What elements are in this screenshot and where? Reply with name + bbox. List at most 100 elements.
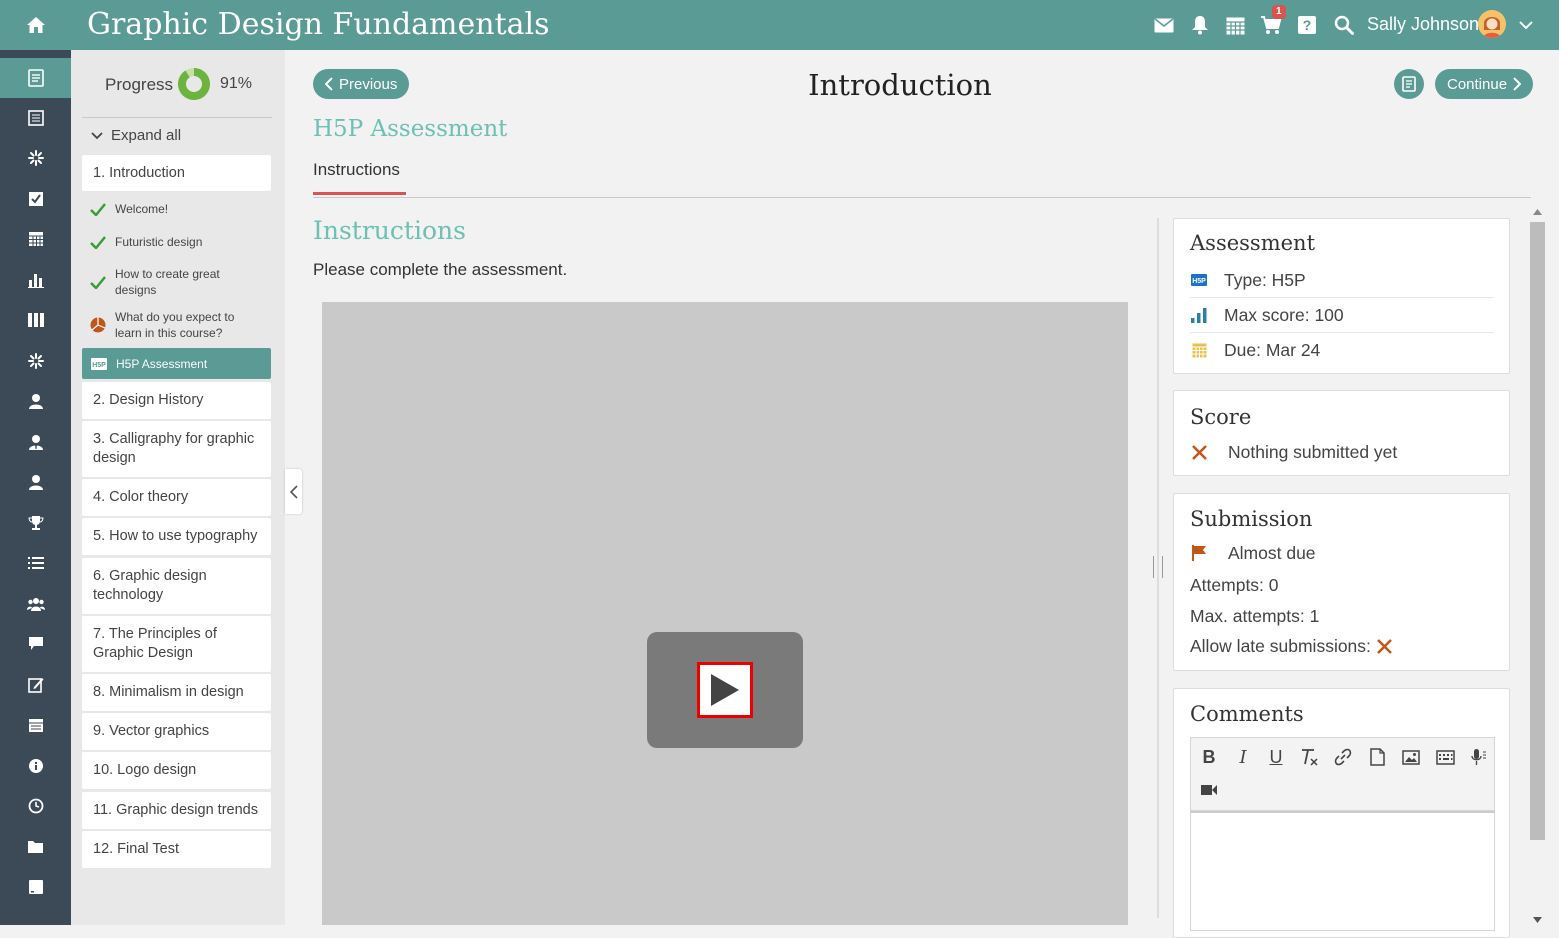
nav-timesheet[interactable] <box>0 786 71 826</box>
previous-button[interactable]: Previous <box>313 69 410 99</box>
chapter-label: 5. How to use typography <box>93 528 258 544</box>
chapter-item[interactable]: 3. Calligraphy for graphic design <box>82 421 271 477</box>
chapter-label: 3. Calligraphy for graphic design <box>93 431 255 466</box>
progress-donut <box>178 68 211 100</box>
check-icon <box>90 275 106 289</box>
lesson-item[interactable]: How to create great designs <box>89 265 269 299</box>
calendar-icon <box>1191 343 1207 358</box>
chevron-down-icon[interactable] <box>1514 13 1538 37</box>
help-icon[interactable]: ? <box>1295 13 1319 37</box>
underline-button[interactable]: U <box>1265 746 1287 768</box>
chapter-item[interactable]: 10. Logo design <box>82 752 271 789</box>
chapter-item[interactable]: 2. Design History <box>82 382 271 419</box>
nav-discussions[interactable] <box>0 624 71 664</box>
calendar-icon[interactable] <box>1223 13 1247 37</box>
nav-calendar[interactable] <box>0 219 71 259</box>
mail-icon[interactable] <box>1152 13 1176 37</box>
nav-users[interactable] <box>0 381 71 421</box>
play-button-focus[interactable] <box>697 662 753 718</box>
microphone-icon <box>1471 749 1486 765</box>
nav-branches[interactable] <box>0 341 71 381</box>
lesson-item[interactable]: What do you expect to learn in this cour… <box>89 308 269 342</box>
nav-courses[interactable] <box>0 58 71 98</box>
comment-editor[interactable] <box>1190 811 1495 931</box>
lesson-label: Futuristic design <box>115 235 203 249</box>
tab-divider <box>313 197 1531 198</box>
scroll-down-icon[interactable] <box>1533 917 1542 923</box>
chapter-item[interactable]: 1. Introduction <box>82 155 271 191</box>
nav-files[interactable] <box>0 827 71 867</box>
chapter-item[interactable]: 12. Final Test <box>82 831 271 868</box>
expand-all-button[interactable]: Expand all <box>91 127 181 144</box>
nav-parents[interactable] <box>0 462 71 502</box>
folder-icon <box>28 841 43 853</box>
link-icon <box>1334 748 1352 766</box>
assessment-heading: Assessment <box>1190 231 1316 255</box>
nav-reports[interactable] <box>0 260 71 300</box>
bold-button[interactable]: B <box>1198 746 1220 768</box>
link-button[interactable] <box>1332 746 1354 768</box>
scroll-up-icon[interactable] <box>1533 209 1542 215</box>
italic-button[interactable]: I <box>1232 746 1254 768</box>
lesson-item[interactable]: Futuristic design <box>89 233 269 251</box>
user-name[interactable]: Sally Johnson <box>1367 14 1479 35</box>
video-camera-icon <box>1201 785 1217 795</box>
editor-toolbar: B I U <box>1190 737 1495 811</box>
play-button[interactable] <box>647 632 803 748</box>
chapter-item[interactable]: 7. The Principles of Graphic Design <box>82 616 271 672</box>
keyboard-button[interactable] <box>1434 746 1456 768</box>
lesson-label: What do you expect to learn in this cour… <box>115 310 235 340</box>
file-button[interactable] <box>1366 746 1388 768</box>
lesson-item-current[interactable]: H5P H5P Assessment <box>82 348 271 379</box>
cross-icon <box>1191 444 1207 460</box>
chapter-label: 2. Design History <box>93 392 204 408</box>
continue-button[interactable]: Continue <box>1435 69 1534 99</box>
nav-devices[interactable] <box>0 867 71 907</box>
score-heading: Score <box>1190 405 1252 429</box>
max-score-label: Max score: 100 <box>1224 304 1344 325</box>
clear-format-button[interactable] <box>1298 746 1320 768</box>
nav-catalog[interactable] <box>0 98 71 138</box>
previous-label: Previous <box>339 75 398 93</box>
h5p-content-frame[interactable] <box>322 302 1128 925</box>
attempts: Attempts: 0 <box>1190 574 1279 595</box>
section-title: H5P Assessment <box>313 116 508 142</box>
nav-list[interactable] <box>0 543 71 583</box>
chapter-item[interactable]: 6. Graphic design technology <box>82 558 271 614</box>
chapter-item[interactable]: 11. Graphic design trends <box>82 792 271 829</box>
cross-icon <box>1377 638 1392 654</box>
image-button[interactable] <box>1400 746 1422 768</box>
nav-teachers[interactable] <box>0 422 71 462</box>
nav-info[interactable] <box>0 746 71 786</box>
chapter-item[interactable]: 4. Color theory <box>82 479 271 516</box>
bell-icon[interactable] <box>1188 13 1212 37</box>
scrollbar[interactable] <box>1529 205 1546 925</box>
chapter-item[interactable]: 9. Vector graphics <box>82 713 271 750</box>
audio-record-button[interactable] <box>1467 746 1489 768</box>
collapse-outline-button[interactable] <box>285 469 302 514</box>
nav-groups[interactable] <box>0 138 71 178</box>
tab-instructions[interactable]: Instructions <box>313 160 406 195</box>
nav-edit[interactable] <box>0 665 71 705</box>
chapter-label: 4. Color theory <box>93 489 189 505</box>
unit-menu-button[interactable] <box>1394 69 1424 99</box>
splitter-grip[interactable] <box>1153 556 1163 578</box>
lesson-item[interactable]: Welcome! <box>89 200 269 218</box>
scrollbar-thumb[interactable] <box>1530 222 1545 840</box>
home-icon <box>26 17 45 33</box>
video-record-button[interactable] <box>1198 779 1220 801</box>
flag-icon <box>1192 545 1206 561</box>
library-icon <box>27 313 44 327</box>
search-icon[interactable] <box>1332 13 1356 37</box>
nav-team[interactable] <box>0 584 71 624</box>
home-button[interactable] <box>0 0 71 50</box>
chapter-item[interactable]: 8. Minimalism in design <box>82 674 271 711</box>
lesson-label: How to create great designs <box>115 267 220 297</box>
nav-achievements[interactable] <box>0 503 71 543</box>
nav-library[interactable] <box>0 300 71 340</box>
nav-assignments[interactable] <box>0 179 71 219</box>
avatar[interactable] <box>1478 10 1506 38</box>
nav-schedule[interactable] <box>0 705 71 745</box>
chat-icon <box>28 637 43 650</box>
chapter-item[interactable]: 5. How to use typography <box>82 518 271 555</box>
